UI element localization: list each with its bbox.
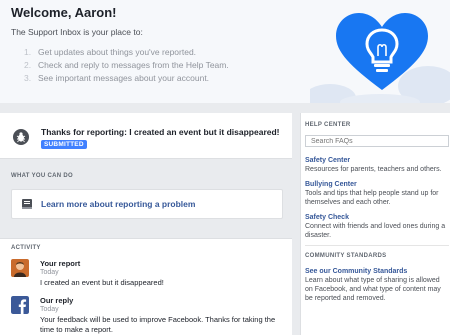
welcome-step: 1. Get updates about things you've report… <box>24 47 197 57</box>
help-item-desc: Tools and tips that help people stand up… <box>305 190 439 206</box>
activity-author: Your report <box>40 259 81 268</box>
activity-text: I created an event but it disappeared! <box>40 278 164 287</box>
help-item-safety-center[interactable]: Safety Center Resources for parents, tea… <box>305 156 449 174</box>
what-you-can-do-label: WHAT YOU CAN DO <box>11 173 73 179</box>
activity-item: Our reply Today Your feedback will be us… <box>11 296 291 335</box>
welcome-intro: The Support Inbox is your place to: <box>11 27 143 37</box>
report-card: Thanks for reporting: I created an event… <box>0 113 292 159</box>
activity-time: Today <box>40 269 59 276</box>
community-standards-item[interactable]: See our Community Standards Learn about … <box>305 267 449 303</box>
welcome-step: 3. See important messages about your acco… <box>24 73 210 83</box>
help-sidebar: HELP CENTER Safety Center Resources for … <box>300 113 450 335</box>
divider <box>305 245 449 246</box>
activity-label: ACTIVITY <box>11 245 41 251</box>
welcome-title: Welcome, Aaron! <box>11 5 117 20</box>
activity-author: Our reply <box>40 296 74 305</box>
help-center-heading: HELP CENTER <box>305 122 351 128</box>
help-item-desc: Connect with friends and loved ones duri… <box>305 223 446 239</box>
community-standards-heading: COMMUNITY STANDARDS <box>305 253 387 259</box>
help-item-safety-check[interactable]: Safety Check Connect with friends and lo… <box>305 213 449 240</box>
help-item-title[interactable]: Safety Center <box>305 156 449 165</box>
status-badge: SUBMITTED <box>41 140 87 149</box>
community-standards-desc: Learn about what type of sharing is allo… <box>305 277 441 302</box>
heart-lightbulb-icon <box>310 13 450 103</box>
help-item-bullying-center[interactable]: Bullying Center Tools and tips that help… <box>305 180 449 207</box>
activity-item: Your report Today I created an event but… <box>11 259 291 291</box>
community-standards-link[interactable]: See our Community Standards <box>305 267 449 276</box>
help-item-desc: Resources for parents, teachers and othe… <box>305 166 442 173</box>
help-item-title[interactable]: Safety Check <box>305 213 449 222</box>
report-details: Thanks for reporting: I created an event… <box>0 113 292 335</box>
activity-section: ACTIVITY Your report Today I created an … <box>0 238 292 335</box>
welcome-step: 2. Check and reply to messages from the H… <box>24 60 229 70</box>
welcome-steps: 1. Get updates about things you've report… <box>24 46 229 85</box>
search-faqs-input[interactable] <box>305 135 449 147</box>
facebook-logo-icon <box>11 296 29 314</box>
help-item-title[interactable]: Bullying Center <box>305 180 449 189</box>
book-icon <box>22 199 32 209</box>
bug-icon <box>13 129 29 145</box>
welcome-banner: Welcome, Aaron! The Support Inbox is you… <box>0 0 450 103</box>
learn-more-label: Learn more about reporting a problem <box>41 199 196 209</box>
learn-more-reporting-link[interactable]: Learn more about reporting a problem <box>11 189 283 219</box>
report-title: Thanks for reporting: I created an event… <box>41 127 280 137</box>
user-avatar[interactable] <box>11 259 29 277</box>
activity-time: Today <box>40 306 59 313</box>
activity-text: Your feedback will be used to improve Fa… <box>40 315 276 334</box>
